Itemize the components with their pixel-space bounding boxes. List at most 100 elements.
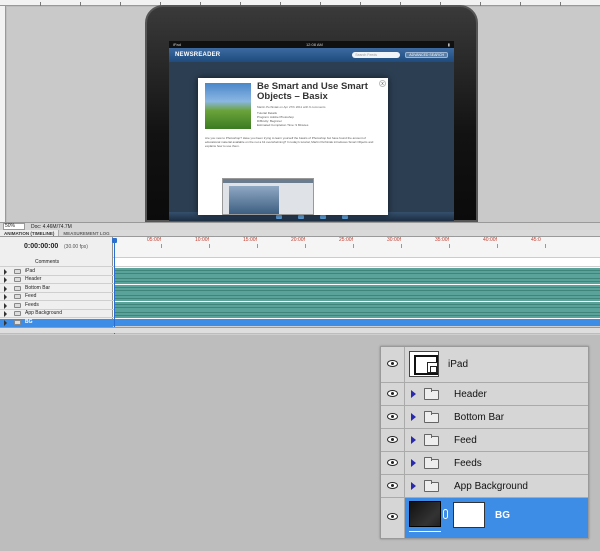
expand-triangle-icon[interactable] — [411, 413, 416, 421]
expand-triangle-icon[interactable] — [4, 285, 7, 292]
playhead[interactable] — [112, 238, 117, 334]
time-tick — [401, 244, 402, 248]
expand-triangle-icon[interactable] — [4, 319, 7, 326]
layer-name: App Background — [454, 481, 528, 492]
layer-duration-bar[interactable] — [115, 267, 600, 276]
layer-bg[interactable]: BG — [381, 498, 588, 538]
eye-icon[interactable] — [387, 513, 398, 520]
expand-triangle-icon[interactable] — [4, 277, 7, 283]
layer-duration-bar[interactable] — [115, 284, 600, 293]
article-title: Be Smart and Use Smart Objects – Basix — [257, 81, 368, 102]
layer-icon — [14, 285, 21, 291]
timeline-row-label: Feed — [0, 293, 113, 301]
layer-group-app-background[interactable]: App Background — [381, 475, 588, 498]
time-tick-label: 35:00f — [435, 237, 449, 243]
layer-duration-bar[interactable] — [115, 301, 600, 310]
row-label-text: App Background — [25, 310, 62, 316]
time-tick — [209, 244, 210, 248]
ipad-status-bar: iPad 12:08 AM ▮ — [169, 41, 454, 48]
tab-measurement-log[interactable]: MEASUREMENT LOG — [59, 230, 113, 236]
expand-triangle-icon[interactable] — [411, 436, 416, 444]
folder-icon — [424, 434, 439, 446]
layer-name: iPad — [448, 359, 469, 370]
timeline-row[interactable]: Feeds — [0, 301, 600, 310]
expand-triangle-icon[interactable] — [411, 459, 416, 467]
time-tick — [353, 244, 354, 248]
layer-name: Feeds — [454, 458, 482, 469]
status-bar: 50% Doc: 4.46M/74.7M — [0, 222, 600, 230]
time-tick-label: 30:00f — [387, 237, 401, 243]
layer-group-feed[interactable]: Feed — [381, 429, 588, 452]
layer-group-bottom-bar[interactable]: Bottom Bar — [381, 406, 588, 429]
app-logo: NEWSREADER — [175, 52, 221, 58]
expand-triangle-icon[interactable] — [4, 302, 7, 309]
time-tick-label: 10:00f — [195, 237, 209, 243]
layer-name: BG — [495, 510, 510, 521]
eye-icon[interactable] — [387, 390, 398, 397]
bottom-bar-icon — [341, 214, 348, 219]
bottom-bar-icon — [275, 214, 282, 219]
article-screenshot — [222, 178, 314, 215]
timeline-row[interactable]: BG — [0, 318, 600, 327]
time-tick — [257, 244, 258, 248]
app-search-field: Search Feeds — [352, 52, 401, 58]
eye-icon[interactable] — [387, 436, 398, 443]
expand-triangle-icon[interactable] — [411, 390, 416, 398]
eye-icon[interactable] — [387, 413, 398, 420]
row-label-text: Feed — [25, 293, 37, 299]
animation-timeline: 0:00:00:00 (30.00 fps) 05:00f 10:00f 15:00… — [0, 237, 600, 335]
article-meta: Martin Perhiniak on Apr 27th 2011 with 9… — [257, 105, 326, 109]
layer-icon — [14, 294, 21, 299]
folder-icon — [424, 411, 439, 423]
expand-triangle-icon[interactable] — [411, 482, 416, 490]
layer-duration-bar[interactable] — [115, 276, 600, 284]
chain-link-icon[interactable] — [443, 509, 448, 519]
timeline-row-label: Header — [0, 276, 113, 284]
tab-animation[interactable]: ANIMATION (TIMELINE) — [0, 230, 60, 236]
timeline-row[interactable]: Header — [0, 276, 600, 284]
layer-icon — [14, 268, 21, 274]
expand-triangle-icon[interactable] — [4, 268, 7, 275]
layer-mask-thumbnail[interactable] — [453, 502, 485, 528]
app-header: NEWSREADER Search Feeds ADVANCED SEARCH — [169, 48, 454, 62]
timeline-row-label: Bottom Bar — [0, 285, 113, 293]
timeline-row-label: iPad — [0, 268, 113, 276]
time-ruler[interactable]: 05:00f 10:00f 15:00f 20:00f 25:00f 30:00f 35:0… — [113, 237, 600, 258]
panel-tab-bar: ANIMATION (TIMELINE) MEASUREMENT LOG — [0, 230, 600, 237]
layers-panel: iPad Header Bottom Bar Feed Feeds App Ba… — [380, 346, 589, 539]
advanced-search-button: ADVANCED SEARCH — [405, 52, 448, 58]
bottom-bar-icon — [297, 214, 304, 219]
timeline-row[interactable]: iPad — [0, 267, 600, 276]
layer-group-header[interactable]: Header — [381, 383, 588, 406]
current-time[interactable]: 0:00:00:00 — [24, 243, 58, 250]
layer-duration-bar[interactable] — [115, 310, 600, 318]
layer-duration-bar[interactable] — [115, 293, 600, 301]
layer-ipad[interactable]: iPad — [381, 347, 588, 383]
timeline-row[interactable]: App Background — [0, 310, 600, 318]
eye-icon[interactable] — [387, 459, 398, 466]
zoom-field[interactable]: 50% — [3, 223, 25, 230]
time-tick — [545, 244, 546, 248]
device-label: iPad — [173, 42, 182, 47]
row-label-text: Feeds — [25, 301, 39, 308]
timeline-row[interactable]: Comments — [0, 259, 600, 267]
bottom-bar-icon — [319, 214, 326, 219]
expand-triangle-icon[interactable] — [4, 294, 7, 300]
timeline-row[interactable]: Bottom Bar — [0, 284, 600, 293]
row-label-text: iPad — [25, 267, 36, 274]
doc-size[interactable]: Doc: 4.46M/74.7M — [31, 224, 72, 230]
timeline-row-label: Comments — [0, 259, 113, 267]
layer-name: Header — [454, 389, 487, 400]
time-tick — [449, 244, 450, 248]
expand-triangle-icon[interactable] — [4, 311, 7, 317]
article-body: Are you new to Photoshop? Have you been … — [205, 136, 374, 148]
article-popup: x Be Smart and Use Smart Objects – Basix… — [198, 78, 388, 215]
time-tick — [305, 244, 306, 248]
eye-icon[interactable] — [387, 482, 398, 489]
time-tick-label: 25:00f — [339, 237, 353, 243]
layer-group-feeds[interactable]: Feeds — [381, 452, 588, 475]
layer-icon — [14, 277, 21, 282]
timeline-row-label: App Background — [0, 310, 113, 318]
eye-icon[interactable] — [387, 360, 398, 367]
timeline-row[interactable]: Feed — [0, 293, 600, 301]
